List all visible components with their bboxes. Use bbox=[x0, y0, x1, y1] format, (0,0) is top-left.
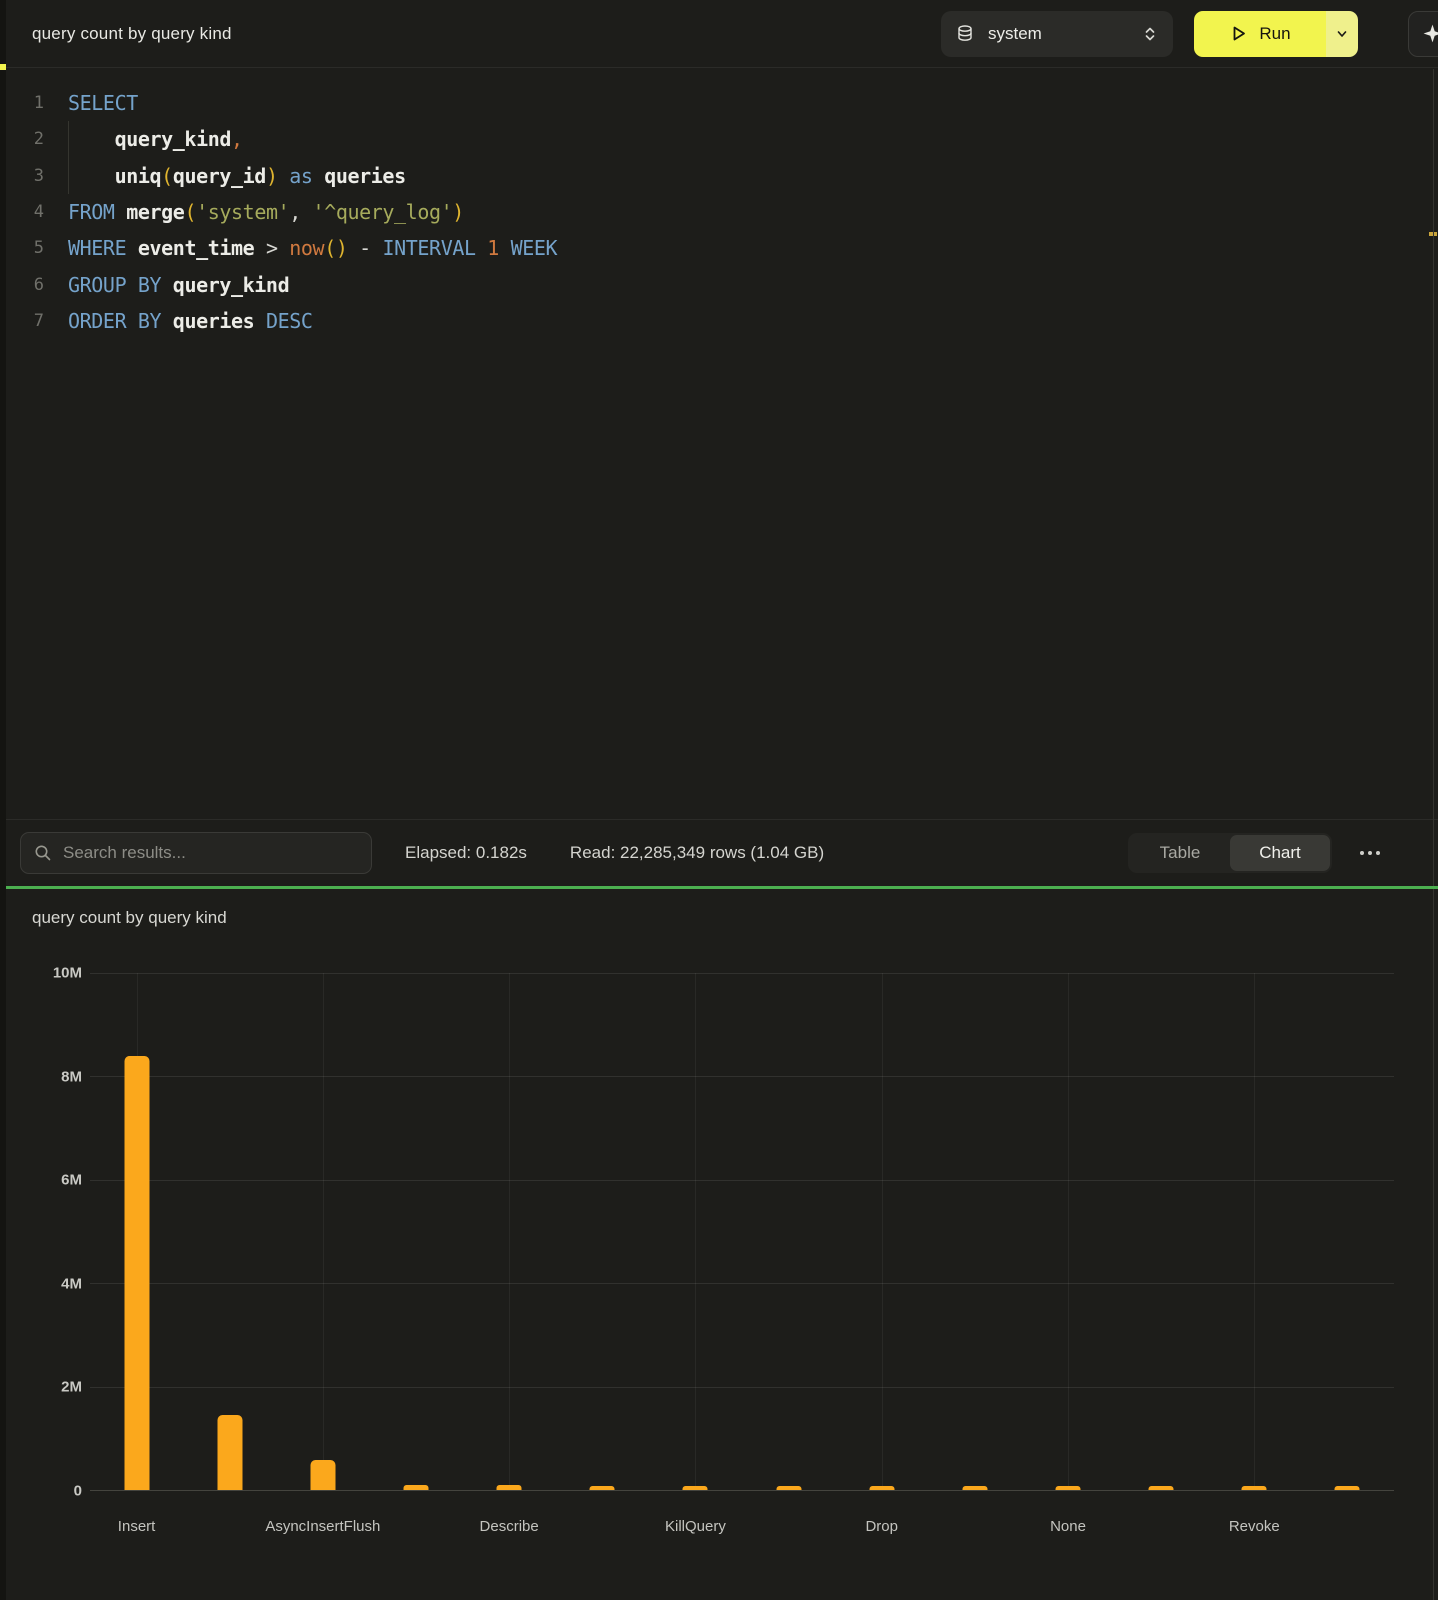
code-line: 6 GROUP BY query_kind bbox=[6, 266, 1438, 302]
chart-bar bbox=[124, 1056, 149, 1490]
run-button-group: Run bbox=[1194, 11, 1358, 57]
y-axis-label: 6M bbox=[61, 1172, 82, 1189]
ai-assist-button[interactable] bbox=[1408, 11, 1438, 57]
v-gridline bbox=[882, 973, 883, 1490]
chart-y-axis: 10M8M6M4M2M0 bbox=[6, 973, 82, 1491]
view-toggle: Table Chart bbox=[1128, 833, 1332, 873]
v-gridline bbox=[323, 973, 324, 1490]
results-toolbar: Elapsed: 0.182s Read: 22,285,349 rows (1… bbox=[6, 820, 1438, 886]
play-icon bbox=[1229, 24, 1248, 43]
y-axis-label: 4M bbox=[61, 1275, 82, 1292]
sql-editor[interactable]: 1SELECT2 query_kind,3 uniq(query_id) as … bbox=[6, 68, 1438, 820]
chart-panel: query count by query kind 10M 8M 6M 4M 2M 0 I… bbox=[6, 889, 1438, 1598]
indent-guide bbox=[68, 121, 69, 194]
chart-bar bbox=[1242, 1486, 1267, 1490]
code-text: GROUP BY query_kind bbox=[68, 273, 289, 297]
query-header: query count by query kind system bbox=[6, 0, 1438, 68]
code-line: 1 SELECT bbox=[6, 85, 1438, 121]
run-options-caret[interactable] bbox=[1326, 11, 1358, 57]
x-axis-label: KillQuery bbox=[665, 1518, 726, 1535]
h-gridline bbox=[90, 1180, 1394, 1181]
x-axis-label: Describe bbox=[480, 1518, 539, 1535]
panel-resize-handle[interactable] bbox=[6, 886, 1438, 889]
x-axis-label: None bbox=[1050, 1518, 1086, 1535]
select-updown-icon bbox=[1142, 25, 1158, 43]
code-line: 4 FROM merge('system', '^query_log') bbox=[6, 194, 1438, 230]
search-icon bbox=[34, 844, 52, 862]
v-gridline bbox=[1254, 973, 1255, 1490]
code-text: uniq(query_id) as queries bbox=[68, 164, 406, 188]
search-results-input[interactable] bbox=[63, 843, 343, 863]
x-axis-label: AsyncInsertFlush bbox=[265, 1518, 380, 1535]
y-axis-label: 2M bbox=[61, 1379, 82, 1396]
search-box[interactable] bbox=[20, 832, 372, 874]
chart-bar bbox=[869, 1486, 894, 1490]
sparkle-icon bbox=[1422, 23, 1438, 44]
console-panel: query count by query kind system bbox=[6, 0, 1438, 1600]
chart-bar bbox=[1056, 1486, 1081, 1490]
h-gridline bbox=[90, 1387, 1394, 1388]
active-tab-accent-marker bbox=[0, 64, 6, 70]
code-line: 7 ORDER BY queries DESC bbox=[6, 303, 1438, 339]
code-text: SELECT bbox=[68, 91, 138, 115]
database-selector-value: system bbox=[988, 24, 1042, 44]
left-edge-strip bbox=[0, 0, 6, 1600]
chart-bar bbox=[404, 1485, 429, 1490]
code-line: 5 WHERE event_time > now() - INTERVAL 1 W… bbox=[6, 230, 1438, 266]
line-number: 5 bbox=[6, 238, 44, 258]
chart-bar bbox=[590, 1486, 615, 1490]
line-number: 3 bbox=[6, 166, 44, 186]
chart-bar bbox=[310, 1460, 335, 1490]
v-gridline bbox=[695, 973, 696, 1490]
code-line: 3 uniq(query_id) as queries bbox=[6, 158, 1438, 194]
chart-title: query count by query kind bbox=[32, 908, 227, 928]
code-text: query_kind, bbox=[68, 127, 243, 151]
query-title: query count by query kind bbox=[32, 24, 232, 44]
more-options-button[interactable] bbox=[1358, 845, 1382, 861]
chart-bar bbox=[497, 1485, 522, 1490]
code-text: WHERE event_time > now() - INTERVAL 1 WE… bbox=[68, 236, 557, 260]
toggle-option-chart[interactable]: Chart bbox=[1230, 835, 1330, 871]
elapsed-stat: Elapsed: 0.182s bbox=[405, 843, 527, 863]
chart-bar bbox=[1149, 1486, 1174, 1490]
chart-bar bbox=[962, 1486, 987, 1490]
h-gridline bbox=[90, 1076, 1394, 1077]
database-icon bbox=[956, 24, 974, 43]
v-gridline bbox=[509, 973, 510, 1490]
line-number: 7 bbox=[6, 311, 44, 331]
code-text: ORDER BY queries DESC bbox=[68, 309, 313, 333]
chart-plot bbox=[90, 973, 1394, 1491]
chart-bar bbox=[1335, 1486, 1360, 1490]
line-number: 4 bbox=[6, 202, 44, 222]
toggle-option-table[interactable]: Table bbox=[1130, 835, 1230, 871]
x-axis-label: Revoke bbox=[1229, 1518, 1280, 1535]
y-axis-label: 8M bbox=[61, 1068, 82, 1085]
run-button-label: Run bbox=[1259, 24, 1290, 44]
h-gridline bbox=[90, 973, 1394, 974]
chart-x-axis: Insert AsyncInsertFlush Describe KillQuery D… bbox=[90, 1518, 1394, 1538]
x-axis-label: Insert bbox=[118, 1518, 156, 1535]
chart-bar bbox=[683, 1486, 708, 1490]
chart-bar bbox=[776, 1486, 801, 1490]
code-line: 2 query_kind, bbox=[6, 121, 1438, 157]
code-lines: 1SELECT2 query_kind,3 uniq(query_id) as … bbox=[6, 85, 1438, 339]
chevron-down-icon bbox=[1335, 27, 1349, 41]
read-stat: Read: 22,285,349 rows (1.04 GB) bbox=[570, 843, 824, 863]
h-gridline bbox=[90, 1283, 1394, 1284]
ellipsis-icon bbox=[1360, 851, 1364, 855]
y-axis-label: 10M bbox=[53, 965, 82, 982]
line-number: 2 bbox=[6, 129, 44, 149]
chart-bar bbox=[217, 1415, 242, 1490]
run-button[interactable]: Run bbox=[1194, 11, 1326, 57]
line-number: 6 bbox=[6, 275, 44, 295]
line-number: 1 bbox=[6, 93, 44, 113]
database-selector[interactable]: system bbox=[941, 11, 1173, 57]
v-gridline bbox=[1068, 973, 1069, 1490]
x-axis-label: Drop bbox=[865, 1518, 898, 1535]
y-axis-label: 0 bbox=[74, 1483, 82, 1500]
header-controls: system Run bbox=[941, 11, 1438, 57]
code-text: FROM merge('system', '^query_log') bbox=[68, 200, 464, 224]
